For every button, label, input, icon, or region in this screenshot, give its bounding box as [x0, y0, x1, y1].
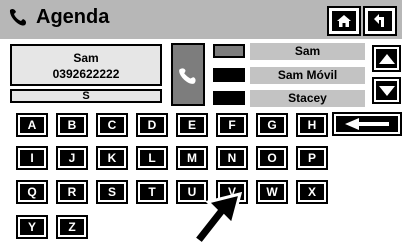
key-m[interactable]: M [176, 146, 208, 170]
contact-number: 0392622222 [52, 67, 120, 81]
result-item[interactable]: Sam [250, 43, 365, 60]
key-q[interactable]: Q [16, 180, 48, 204]
back-button[interactable] [363, 6, 397, 36]
key-z[interactable]: Z [56, 215, 88, 239]
key-j[interactable]: J [56, 146, 88, 170]
page-title: Agenda [36, 6, 110, 28]
home-button[interactable] [327, 6, 361, 36]
key-k[interactable]: K [96, 146, 128, 170]
key-g[interactable]: G [256, 113, 288, 137]
result-item[interactable]: Sam Móvil [250, 67, 365, 84]
backspace-arrow-icon [345, 118, 389, 130]
key-n[interactable]: N [216, 146, 248, 170]
scroll-up-button[interactable] [372, 45, 401, 72]
key-c[interactable]: C [96, 113, 128, 137]
call-button[interactable] [171, 43, 205, 106]
contact-name: Sam [73, 51, 99, 65]
home-icon [337, 15, 351, 27]
key-d[interactable]: D [136, 113, 168, 137]
key-e[interactable]: E [176, 113, 208, 137]
key-w[interactable]: W [256, 180, 288, 204]
key-o[interactable]: O [256, 146, 288, 170]
result-indicator-3 [213, 91, 245, 105]
selected-contact: Sam 0392622222 [10, 44, 162, 86]
arrow-down-icon [378, 85, 395, 96]
result-indicator-1 [213, 44, 245, 58]
key-p[interactable]: P [296, 146, 328, 170]
key-x[interactable]: X [296, 180, 328, 204]
result-indicator-2 [213, 68, 245, 82]
handset-icon [179, 68, 196, 84]
key-h[interactable]: H [296, 113, 328, 137]
pointer-arrow-icon [191, 191, 243, 246]
phone-icon [9, 8, 27, 26]
search-letter-field[interactable]: S [10, 89, 162, 103]
scroll-down-button[interactable] [372, 77, 401, 104]
result-item[interactable]: Stacey [250, 90, 365, 107]
key-b[interactable]: B [56, 113, 88, 137]
back-arrow-icon [374, 14, 384, 27]
key-r[interactable]: R [56, 180, 88, 204]
title-bar: Agenda [0, 0, 402, 41]
key-i[interactable]: I [16, 146, 48, 170]
arrow-up-icon [378, 53, 395, 64]
key-t[interactable]: T [136, 180, 168, 204]
key-y[interactable]: Y [16, 215, 48, 239]
backspace-button[interactable] [332, 112, 402, 136]
key-f[interactable]: F [216, 113, 248, 137]
key-s[interactable]: S [96, 180, 128, 204]
key-a[interactable]: A [16, 113, 48, 137]
key-l[interactable]: L [136, 146, 168, 170]
